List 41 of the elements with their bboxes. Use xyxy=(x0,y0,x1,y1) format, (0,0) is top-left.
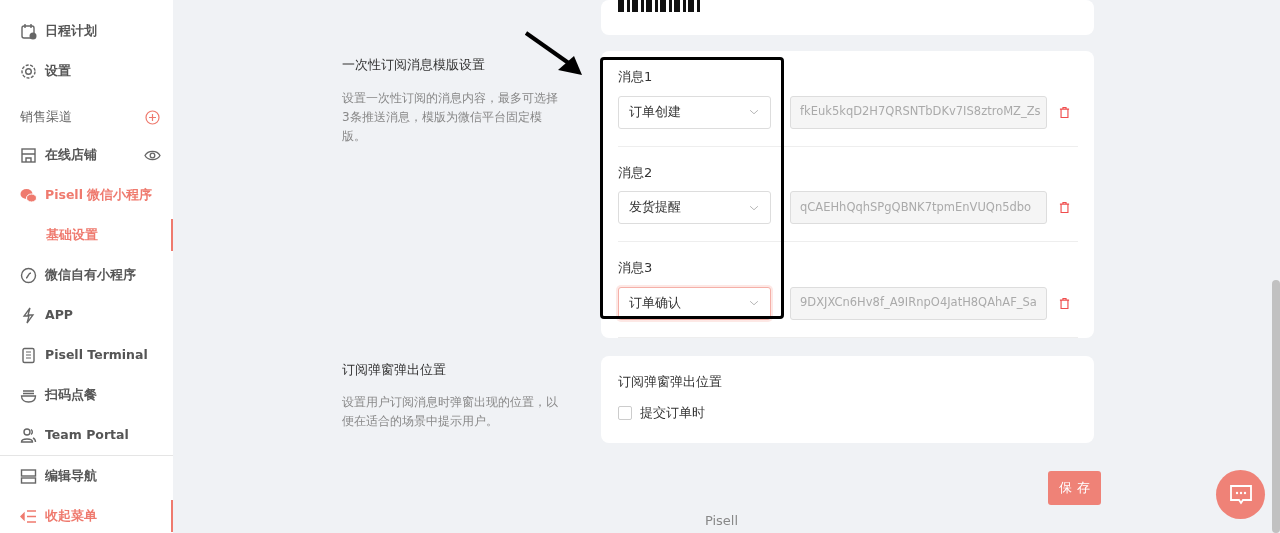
sidebar-item[interactable]: Team Portal xyxy=(0,415,173,455)
sidebar-item[interactable]: 在线店铺 xyxy=(0,135,173,175)
checkbox[interactable] xyxy=(618,405,632,420)
template-id-field: fkEuk5kqD2H7QRSNTbDKv7IS8ztroMZ_Zs xyxy=(790,95,1047,129)
sidebar-footer-item[interactable]: 编辑导航 xyxy=(0,456,173,496)
checkbox-label: 提交订单时 xyxy=(640,404,705,422)
section-title: 订阅弹窗弹出位置 xyxy=(342,360,447,379)
message-select[interactable]: 发货提醒 xyxy=(618,191,771,224)
sidebar-item[interactable]: 扫码点餐 xyxy=(0,375,173,415)
sidebar-item[interactable]: APP xyxy=(0,295,173,335)
chat-icon xyxy=(1228,482,1253,507)
message-select[interactable]: 订单创建 xyxy=(618,95,771,129)
link-circle-icon xyxy=(20,266,37,284)
footer-text: Pisell xyxy=(704,512,739,528)
card-heading: 订阅弹窗弹出位置 xyxy=(618,372,723,391)
message-label: 消息2 xyxy=(618,163,654,182)
sidebar-section-label: 销售渠道 xyxy=(20,107,73,126)
sidebar-item[interactable]: 日程计划 xyxy=(0,11,173,51)
template-id-field: qCAEHhQqhSPgQBNK7tpmEnVUQn5dbo xyxy=(790,191,1047,224)
section-description: 设置用户订阅消息时弹窗出现的位置，以便在适合的场景中提示用户。 xyxy=(342,394,559,431)
collapse-menu-icon xyxy=(20,507,37,525)
lightning-icon xyxy=(20,306,37,324)
message-label: 消息3 xyxy=(618,259,654,277)
chat-button[interactable] xyxy=(1216,470,1265,519)
settings-icon xyxy=(20,62,37,80)
sidebar-item[interactable]: 微信自有小程序 xyxy=(0,255,173,295)
template-id-field: 9DXJXCn6Hv8f_A9IRnpO4JatH8QAhAF_Sa xyxy=(790,286,1047,320)
layout-icon xyxy=(20,467,37,485)
sidebar-item[interactable]: Pisell Terminal xyxy=(0,335,173,375)
chat-bubbles-icon xyxy=(20,186,37,204)
section-description: 设置一次性订阅的消息内容，最多可选择3条推送消息，模版为微信平台固定模版。 xyxy=(342,89,559,145)
section-title: 一次性订阅消息模版设置 xyxy=(342,56,486,74)
store-icon xyxy=(20,146,37,164)
annotation-arrow xyxy=(524,31,584,77)
calendar-icon xyxy=(20,22,37,40)
message-label: 消息1 xyxy=(618,68,654,86)
document-icon xyxy=(20,346,37,364)
add-icon[interactable] xyxy=(144,108,161,126)
users-icon xyxy=(20,426,37,444)
trash-icon[interactable] xyxy=(1058,199,1071,216)
sidebar-item[interactable]: 设置 xyxy=(0,51,173,91)
